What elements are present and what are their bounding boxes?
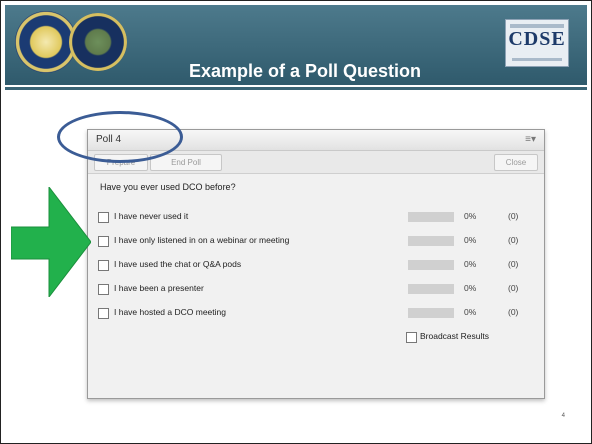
- option-checkbox[interactable]: [98, 308, 109, 319]
- cdse-logo: CDSE: [505, 19, 569, 67]
- option-checkbox[interactable]: [98, 236, 109, 247]
- result-bar: [408, 260, 454, 270]
- broadcast-results-toggle[interactable]: Broadcast Results: [406, 330, 536, 344]
- result-bar: [408, 236, 454, 246]
- option-label: I have been a presenter: [114, 283, 204, 293]
- option-label: I have only listened in on a webinar or …: [114, 235, 290, 245]
- broadcast-label: Broadcast Results: [420, 331, 489, 341]
- broadcast-checkbox[interactable]: [406, 332, 417, 343]
- green-arrow-icon: [11, 187, 91, 297]
- dss-seal-icon: [69, 13, 127, 71]
- result-percent: 0%: [464, 307, 477, 317]
- result-count: (0): [508, 283, 519, 293]
- highlight-callout: [57, 111, 183, 163]
- result-bar: [408, 308, 454, 318]
- option-label: I have never used it: [114, 211, 189, 221]
- header-divider: [5, 87, 587, 90]
- option-label: I have hosted a DCO meeting: [114, 307, 226, 317]
- result-count: (0): [508, 307, 519, 317]
- slide-header: Example of a Poll Question CDSE: [5, 5, 587, 85]
- cdse-logo-text: CDSE: [508, 28, 566, 50]
- poll-option[interactable]: I have never used it 0% (0): [98, 210, 538, 224]
- result-percent: 0%: [464, 211, 477, 221]
- option-checkbox[interactable]: [98, 212, 109, 223]
- result-count: (0): [508, 259, 519, 269]
- poll-window: Poll 4 ≡▾ Prepare End Poll Close Have yo…: [87, 129, 545, 399]
- page-number: 4: [561, 413, 565, 419]
- result-bar: [408, 284, 454, 294]
- option-label: I have used the chat or Q&A pods: [114, 259, 242, 269]
- slide: Example of a Poll Question CDSE Poll 4 ≡…: [0, 0, 592, 444]
- poll-question: Have you ever used DCO before?: [100, 182, 236, 192]
- poll-option[interactable]: I have only listened in on a webinar or …: [98, 234, 538, 248]
- poll-option[interactable]: I have hosted a DCO meeting 0% (0): [98, 306, 538, 320]
- option-checkbox[interactable]: [98, 284, 109, 295]
- result-bar: [408, 212, 454, 222]
- option-checkbox[interactable]: [98, 260, 109, 271]
- poll-option[interactable]: I have used the chat or Q&A pods 0% (0): [98, 258, 538, 272]
- close-button[interactable]: Close: [494, 154, 538, 171]
- menu-icon[interactable]: ≡▾: [525, 134, 536, 145]
- result-percent: 0%: [464, 283, 477, 293]
- dod-seal-icon: [15, 11, 77, 73]
- slide-title: Example of a Poll Question: [188, 61, 422, 81]
- result-count: (0): [508, 235, 519, 245]
- result-count: (0): [508, 211, 519, 221]
- poll-option[interactable]: I have been a presenter 0% (0): [98, 282, 538, 296]
- result-percent: 0%: [464, 259, 477, 269]
- result-percent: 0%: [464, 235, 477, 245]
